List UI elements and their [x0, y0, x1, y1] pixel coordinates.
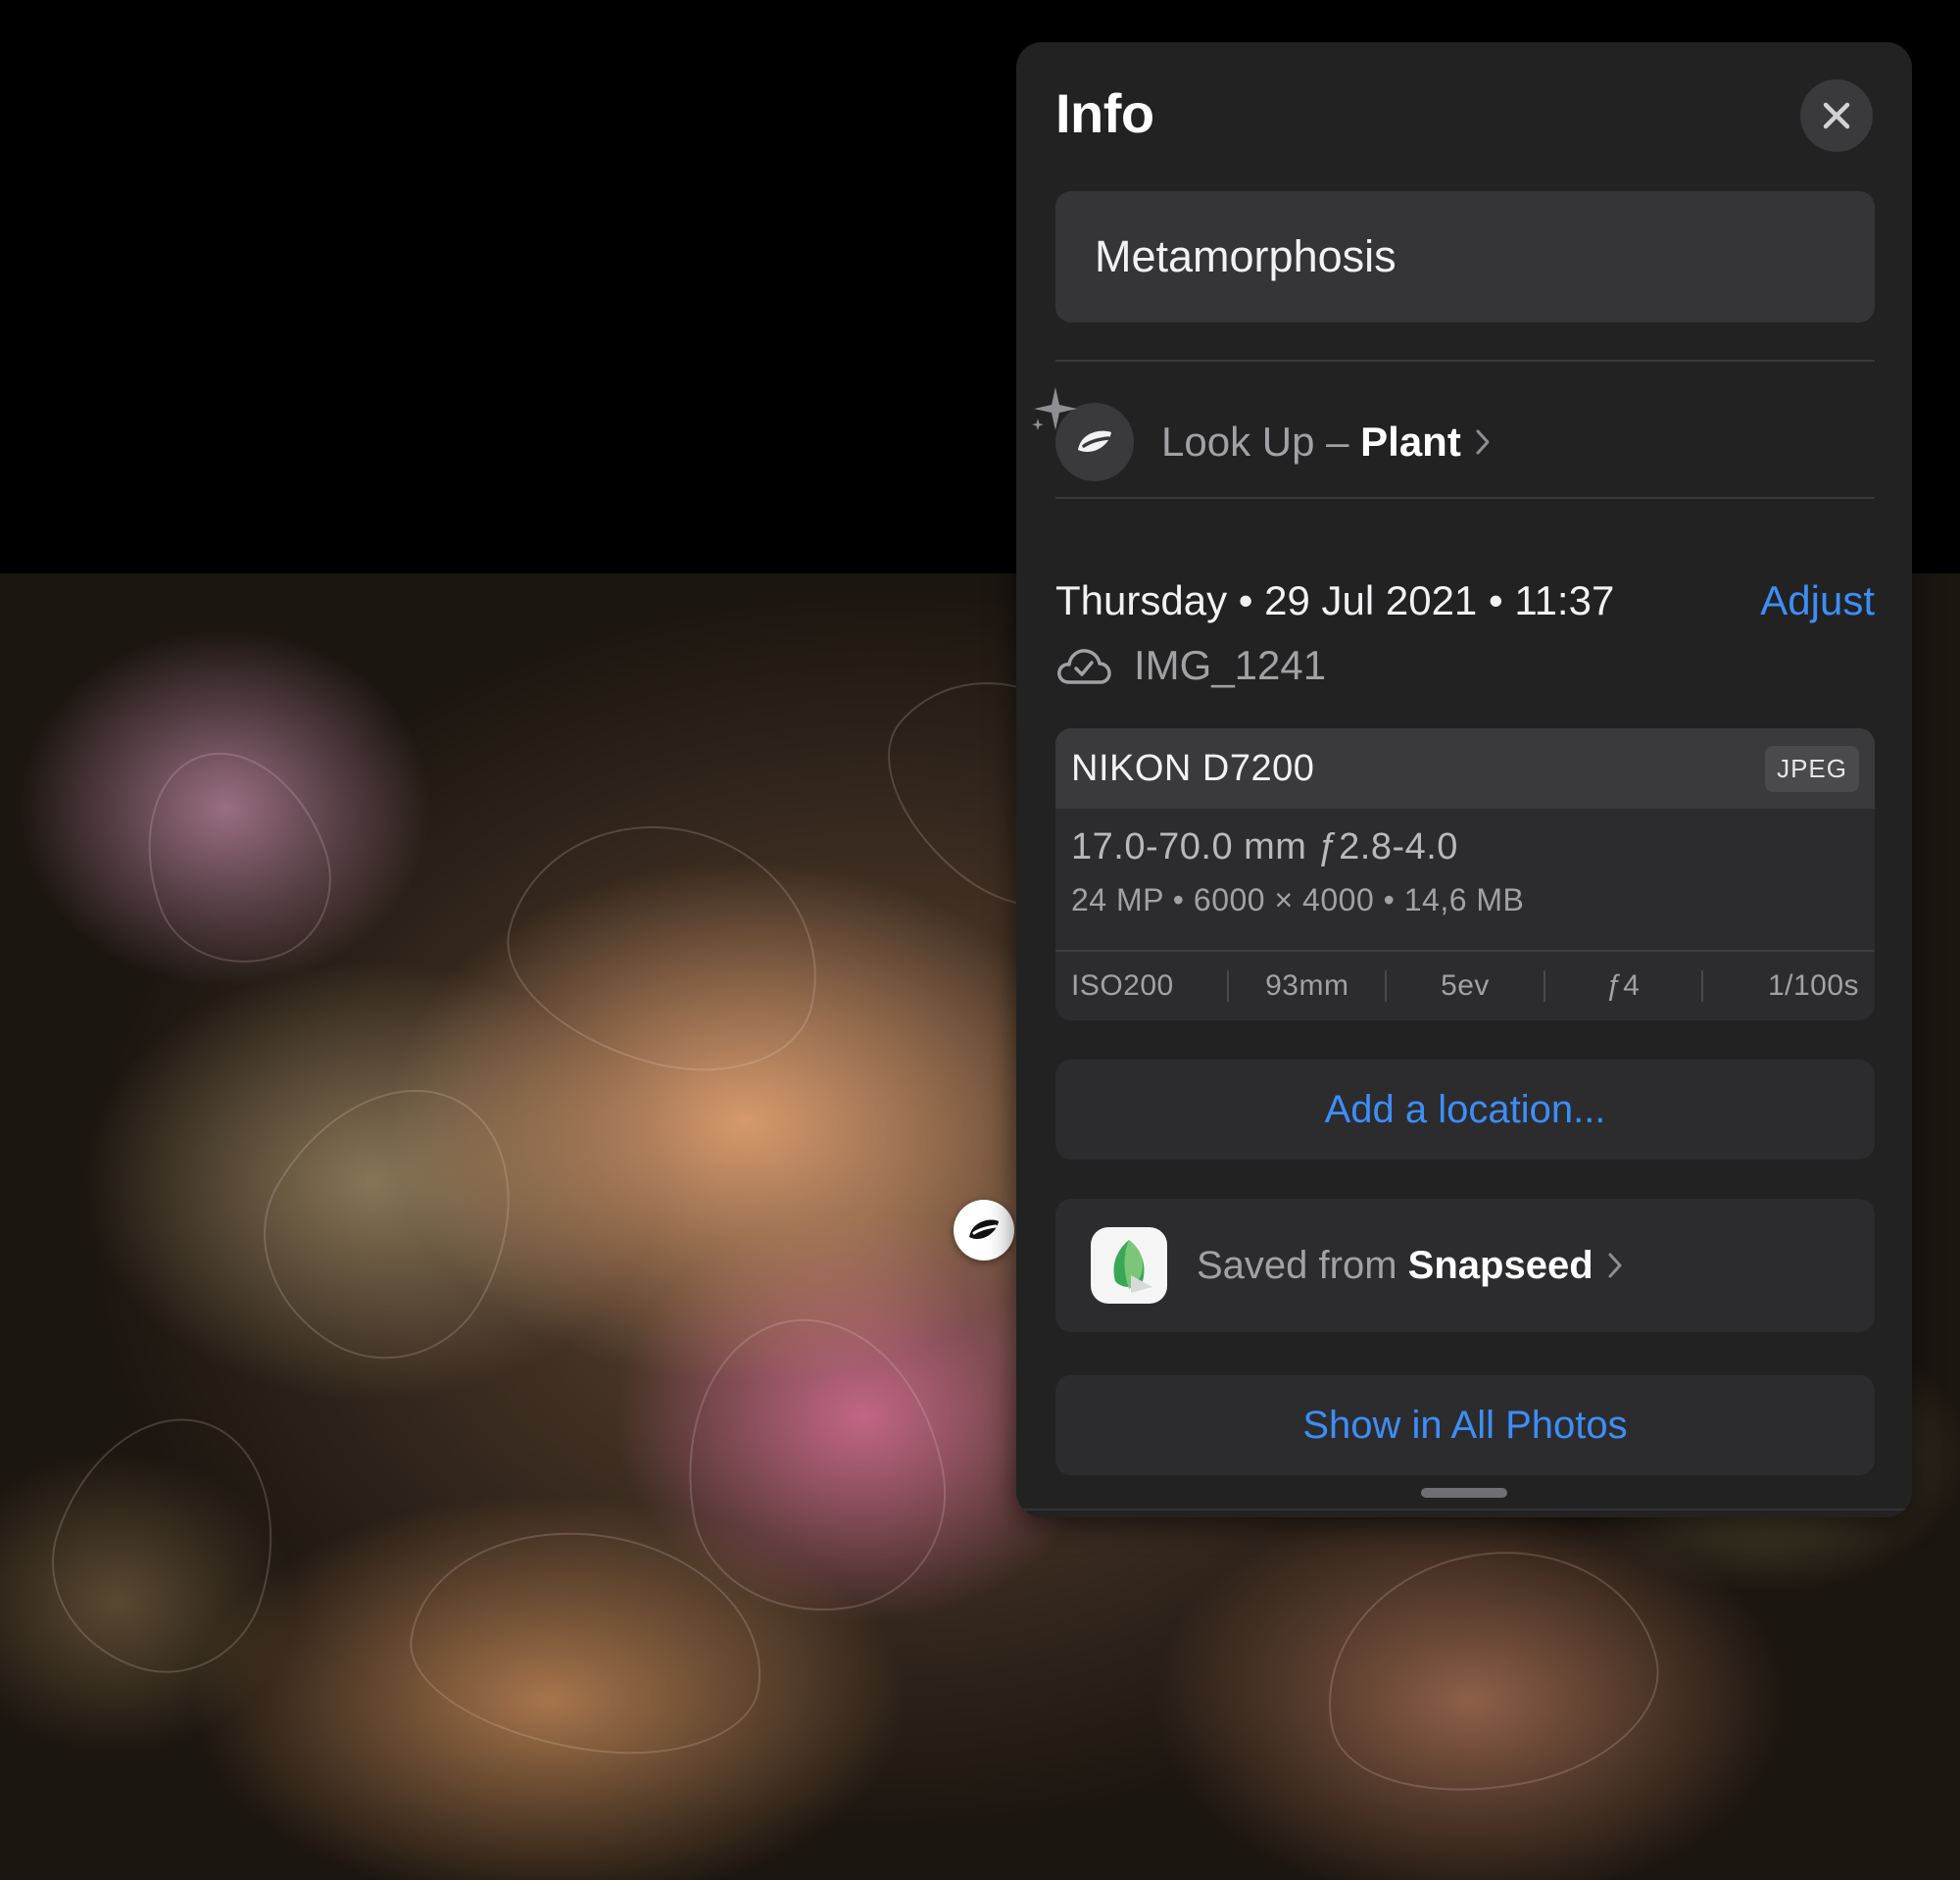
look-up-label: Look Up – Plant — [1161, 419, 1461, 466]
snapseed-icon — [1091, 1227, 1167, 1304]
file-row: IMG_1241 — [1055, 642, 1326, 689]
caption-text: Metamorphosis — [1095, 231, 1396, 281]
date-row: Thursday • 29 Jul 2021 • 11:37 Adjust — [1055, 577, 1875, 624]
icloud-check-icon — [1057, 649, 1111, 684]
capture-date: Thursday • 29 Jul 2021 • 11:37 — [1055, 577, 1615, 623]
exif-header: NIKON D7200 JPEG — [1055, 728, 1875, 809]
petal — [115, 725, 356, 990]
format-badge: JPEG — [1765, 745, 1859, 792]
close-icon — [1823, 102, 1850, 129]
petal — [221, 1042, 563, 1399]
saved-from-prefix: Saved from — [1197, 1243, 1397, 1287]
image-specs: 24 MP • 6000 × 4000 • 14,6 MB — [1071, 882, 1525, 917]
exposure-value: 5ev — [1385, 970, 1543, 1002]
saved-from-row[interactable]: Saved from Snapseed — [1055, 1199, 1875, 1332]
petal — [484, 791, 849, 1101]
photos-viewer: Info Metamorphosis Look Up – Plant Thurs… — [0, 0, 1960, 1880]
look-up-prefix: Look Up – — [1161, 419, 1349, 465]
look-up-subject: Plant — [1360, 419, 1461, 465]
exif-card: NIKON D7200 JPEG 17.0-70.0 mm ƒ2.8-4.0 2… — [1055, 728, 1875, 1020]
iso-value: ISO200 — [1071, 969, 1174, 1002]
lookup-badge — [1032, 387, 1134, 481]
saved-from-label: Saved from Snapseed — [1197, 1244, 1593, 1288]
petal — [1301, 1521, 1678, 1821]
divider — [1016, 1509, 1912, 1510]
close-button[interactable] — [1800, 79, 1873, 152]
shutter-speed-value: 1/100s — [1700, 970, 1859, 1002]
petal — [24, 1389, 309, 1699]
file-name: IMG_1241 — [1134, 642, 1327, 688]
divider — [1055, 360, 1875, 362]
divider — [1055, 497, 1875, 499]
chevron-right-icon — [1607, 1252, 1623, 1279]
add-location-button[interactable]: Add a location... — [1055, 1060, 1875, 1160]
chevron-right-icon — [1475, 428, 1491, 456]
exif-settings: ISO200 93mm 5ev ƒ4 1/100s — [1055, 952, 1875, 1020]
visual-lookup-button[interactable] — [954, 1200, 1014, 1261]
show-in-all-photos-button[interactable]: Show in All Photos — [1055, 1375, 1875, 1475]
adjust-button[interactable]: Adjust — [1760, 577, 1875, 624]
lens-info: 17.0-70.0 mm ƒ2.8-4.0 — [1071, 826, 1458, 867]
focal-length-value: 93mm — [1227, 970, 1385, 1002]
leaf-icon — [1078, 430, 1111, 452]
exif-details: 17.0-70.0 mm ƒ2.8-4.0 24 MP • 6000 × 400… — [1055, 809, 1875, 952]
sparkle-icon — [1032, 387, 1077, 430]
caption-field[interactable]: Metamorphosis — [1055, 191, 1875, 322]
camera-model: NIKON D7200 — [1071, 747, 1315, 789]
panel-title: Info — [1055, 82, 1154, 144]
source-app-name: Snapseed — [1407, 1243, 1593, 1287]
aperture-value: ƒ4 — [1543, 970, 1701, 1002]
resize-handle[interactable] — [1421, 1488, 1507, 1498]
leaf-icon — [969, 1219, 999, 1240]
look-up-row[interactable]: Look Up – Plant — [1032, 387, 1875, 491]
info-panel: Info Metamorphosis Look Up – Plant Thurs… — [1016, 42, 1912, 1517]
